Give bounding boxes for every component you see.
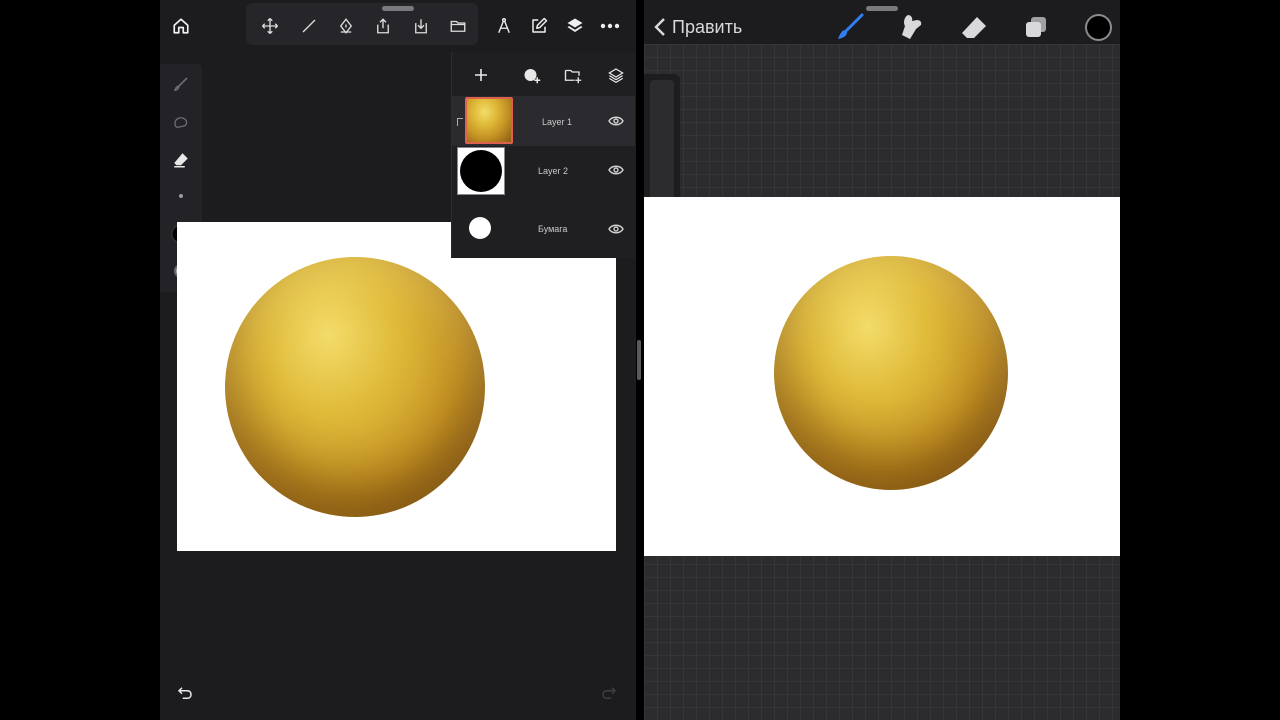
layers-icon[interactable]	[1021, 12, 1051, 42]
layer-thumbnail	[465, 97, 513, 144]
layer-row-paper[interactable]: Бумага	[452, 204, 635, 254]
undo-icon[interactable]	[176, 684, 196, 704]
chevron-left-icon	[654, 18, 665, 36]
layers-stack-icon[interactable]	[605, 64, 627, 86]
gold-foil-circle	[225, 257, 485, 517]
edit-icon[interactable]	[527, 14, 551, 38]
move-icon[interactable]	[258, 14, 282, 38]
gold-foil-circle	[774, 256, 1008, 490]
line-icon[interactable]	[297, 14, 321, 38]
back-label: Править	[672, 16, 743, 37]
layer-row-2[interactable]: Layer 2	[452, 146, 635, 196]
layer-thumbnail	[457, 147, 505, 195]
panel-grabber[interactable]	[866, 6, 898, 11]
right-app-window: Править	[644, 0, 1120, 720]
pen-tool-icon[interactable]	[334, 14, 358, 38]
layer-row-1[interactable]: Layer 1	[452, 96, 635, 146]
canvas-left[interactable]	[177, 222, 616, 551]
left-app-window: Layer 1 Layer 2 Бумага	[160, 0, 636, 720]
panel-grabber[interactable]	[382, 6, 414, 11]
eye-icon[interactable]	[608, 115, 624, 127]
layer-name: Layer 2	[538, 166, 569, 176]
layers-panel: Layer 1 Layer 2 Бумага	[451, 52, 636, 258]
compass-icon[interactable]	[492, 14, 516, 38]
layer-name: Бумага	[538, 224, 568, 234]
home-icon[interactable]	[169, 14, 193, 38]
add-icon[interactable]	[470, 64, 492, 86]
add-fill-layer-icon[interactable]	[521, 64, 543, 86]
split-view-divider[interactable]	[637, 340, 641, 380]
brush-icon[interactable]	[169, 72, 193, 96]
smudge-icon[interactable]	[169, 110, 193, 134]
folder-icon[interactable]	[446, 14, 470, 38]
add-group-icon[interactable]	[562, 64, 584, 86]
paper-swatch	[469, 217, 491, 239]
layer-name: Layer 1	[542, 117, 573, 127]
share-icon[interactable]	[371, 14, 395, 38]
canvas-right[interactable]	[644, 197, 1120, 556]
eye-icon[interactable]	[608, 223, 624, 235]
layers-icon[interactable]	[563, 14, 587, 38]
size-dot-icon[interactable]	[169, 184, 193, 208]
more-icon[interactable]	[598, 14, 622, 38]
brush-icon[interactable]	[835, 12, 865, 42]
clip-indicator-icon	[457, 118, 463, 126]
eraser-icon[interactable]	[169, 148, 193, 172]
color-picker-button[interactable]	[1085, 14, 1112, 41]
redo-icon[interactable]	[600, 684, 620, 704]
eye-icon[interactable]	[608, 164, 624, 176]
import-icon[interactable]	[409, 14, 433, 38]
gallery-back-button[interactable]: Править	[654, 14, 742, 40]
eraser-icon[interactable]	[959, 12, 989, 42]
smudge-icon[interactable]	[896, 12, 926, 42]
top-bar: Править	[644, 0, 1120, 44]
